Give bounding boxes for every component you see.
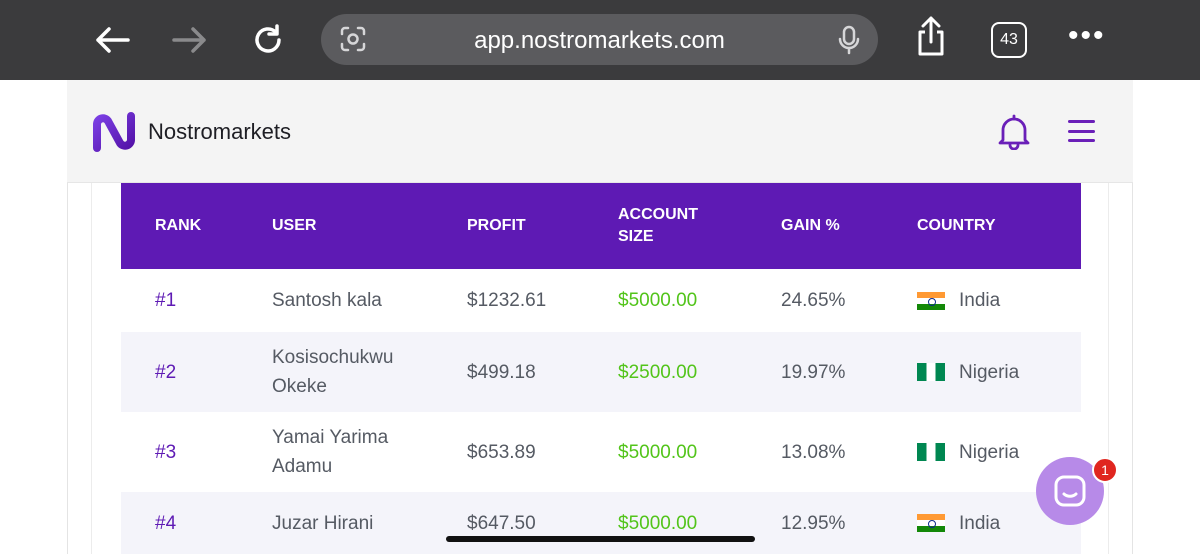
country-name: India <box>959 290 1001 311</box>
column-header-profit: PROFIT <box>467 217 526 234</box>
country-name: Nigeria <box>959 361 1020 383</box>
country-cell: India <box>917 492 1000 554</box>
country-cell: Nigeria <box>917 332 1019 412</box>
country-name: India <box>959 512 1001 534</box>
account-size-cell: $5000.00 <box>618 290 698 311</box>
user-name-line2: Adamu <box>272 456 333 477</box>
profit-cell: $647.50 <box>467 512 536 534</box>
share-button[interactable] <box>911 16 951 56</box>
reload-button[interactable] <box>248 22 288 58</box>
user-cell: Yamai Yarima Adamu <box>272 412 388 492</box>
table-header: RANK USER PROFIT ACCOUNT SIZE GAIN % COU… <box>121 183 1081 269</box>
column-header-country: COUNTRY <box>917 217 996 234</box>
gain-cell: 19.97% <box>781 361 846 383</box>
microphone-icon[interactable] <box>838 25 860 60</box>
rank-cell: #3 <box>155 441 177 463</box>
country-cell: India <box>917 269 1000 332</box>
back-arrow-icon <box>96 27 130 53</box>
column-header-account-size-line2: SIZE <box>618 228 654 245</box>
chat-icon <box>1054 475 1086 507</box>
home-indicator <box>446 536 755 542</box>
nigeria-flag-icon <box>917 443 945 461</box>
nostromarkets-logo-icon[interactable] <box>91 112 137 152</box>
tabs-button[interactable]: 43 <box>991 22 1027 58</box>
user-cell: Juzar Hirani <box>272 512 374 534</box>
table-row[interactable]: #1 Santosh kala $1232.61 $5000.00 24.65%… <box>121 269 1081 332</box>
table-row[interactable]: #3 Yamai Yarima Adamu $653.89 $5000.00 1… <box>121 412 1081 492</box>
table-row[interactable]: #4 Juzar Hirani $647.50 $5000.00 12.95% … <box>121 492 1081 554</box>
reload-icon <box>255 24 281 53</box>
column-header-gain: GAIN % <box>781 217 840 234</box>
gain-cell: 12.95% <box>781 512 846 534</box>
rank-cell: #1 <box>155 290 177 311</box>
site-header: Nostromarkets <box>67 80 1133 183</box>
india-flag-icon <box>917 514 945 532</box>
brand-name[interactable]: Nostromarkets <box>148 119 291 145</box>
account-size-cell: $5000.00 <box>618 512 698 534</box>
nigeria-flag-icon <box>917 363 945 381</box>
leaderboard-table: RANK USER PROFIT ACCOUNT SIZE GAIN % COU… <box>121 183 1081 554</box>
user-name-line2: Okeke <box>272 376 327 397</box>
user-name-line1: Kosisochukwu <box>272 347 394 368</box>
user-name-line1: Yamai Yarima <box>272 427 389 448</box>
forward-button[interactable] <box>170 22 210 58</box>
country-cell: Nigeria <box>917 412 1019 492</box>
url-text[interactable]: app.nostromarkets.com <box>321 27 878 55</box>
account-size-cell: $5000.00 <box>618 441 698 463</box>
user-cell: Santosh kala <box>272 290 382 311</box>
india-flag-icon <box>917 291 945 310</box>
column-header-user: USER <box>272 217 317 234</box>
rank-cell: #4 <box>155 512 177 534</box>
gain-cell: 13.08% <box>781 441 846 463</box>
rank-cell: #2 <box>155 361 177 383</box>
menu-icon[interactable] <box>1068 120 1095 142</box>
table-row[interactable]: #2 Kosisochukwu Okeke $499.18 $2500.00 1… <box>121 332 1081 412</box>
profit-cell: $499.18 <box>467 361 536 383</box>
profit-cell: $653.89 <box>467 441 536 463</box>
country-name: Nigeria <box>959 441 1020 463</box>
notifications-bell-icon[interactable] <box>997 114 1031 155</box>
address-bar[interactable]: app.nostromarkets.com <box>321 14 878 65</box>
share-icon <box>918 16 944 56</box>
browser-toolbar: app.nostromarkets.com 43 ••• <box>0 0 1200 80</box>
forward-arrow-icon <box>172 27 206 53</box>
column-header-rank: RANK <box>155 217 202 234</box>
back-button[interactable] <box>92 22 132 58</box>
column-header-account-size-line1: ACCOUNT <box>618 206 698 223</box>
column-header-account-size: ACCOUNT SIZE <box>618 183 698 269</box>
more-icon[interactable]: ••• <box>1068 21 1106 51</box>
chat-unread-badge: 1 <box>1092 457 1118 483</box>
user-cell: Kosisochukwu Okeke <box>272 332 393 412</box>
gain-cell: 24.65% <box>781 290 846 311</box>
profit-cell: $1232.61 <box>467 290 547 311</box>
account-size-cell: $2500.00 <box>618 361 698 383</box>
